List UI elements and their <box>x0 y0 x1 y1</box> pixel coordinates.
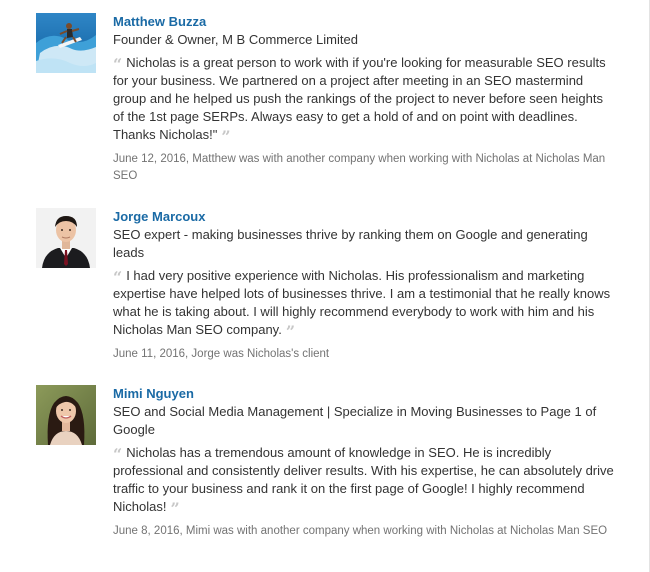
recommender-name-link[interactable]: Matthew Buzza <box>113 13 616 31</box>
recommendations-list: Matthew Buzza Founder & Owner, M B Comme… <box>0 0 650 572</box>
recommendation-meta: June 11, 2016, Jorge was Nicholas's clie… <box>113 348 330 360</box>
recommendation-quote: Nicholas is a great person to work with … <box>113 55 606 142</box>
man-in-suit-photo-icon <box>36 208 96 268</box>
surfer-photo-icon <box>36 13 96 73</box>
recommendation-quote: I had very positive experience with Nich… <box>113 268 611 337</box>
recommender-headline: SEO and Social Media Management | Specia… <box>113 404 597 437</box>
recommender-headline: Founder & Owner, M B Commerce Limited <box>113 32 358 47</box>
recommendation-meta: June 8, 2016, Mimi was with another comp… <box>113 525 608 537</box>
close-quote-icon: ” <box>285 322 296 341</box>
open-quote-icon: “ <box>113 268 123 287</box>
recommendation-body: Mimi Nguyen SEO and Social Media Managem… <box>113 385 616 540</box>
recommendation-text: “I had very positive experience with Nic… <box>113 267 616 341</box>
recommender-name-link[interactable]: Jorge Marcoux <box>113 208 616 226</box>
open-quote-icon: “ <box>113 445 123 464</box>
avatar[interactable] <box>36 208 96 268</box>
recommender-headline: SEO expert - making businesses thrive by… <box>113 227 588 260</box>
woman-portrait-photo-icon <box>36 385 96 445</box>
close-quote-icon: ” <box>170 499 180 518</box>
avatar[interactable] <box>36 385 96 445</box>
close-quote-icon: ” <box>221 127 231 146</box>
recommendation-quote: Nicholas has a tremendous amount of know… <box>113 445 614 514</box>
recommendation-body: Jorge Marcoux SEO expert - making busine… <box>113 208 616 363</box>
recommendation-body: Matthew Buzza Founder & Owner, M B Comme… <box>113 13 616 185</box>
avatar[interactable] <box>36 13 96 73</box>
recommendation-text: “Nicholas has a tremendous amount of kno… <box>113 444 616 518</box>
recommendation-text: “Nicholas is a great person to work with… <box>113 54 616 146</box>
open-quote-icon: “ <box>113 55 123 74</box>
recommendation-meta: June 12, 2016, Matthew was with another … <box>113 153 606 182</box>
recommender-name-link[interactable]: Mimi Nguyen <box>113 385 616 403</box>
